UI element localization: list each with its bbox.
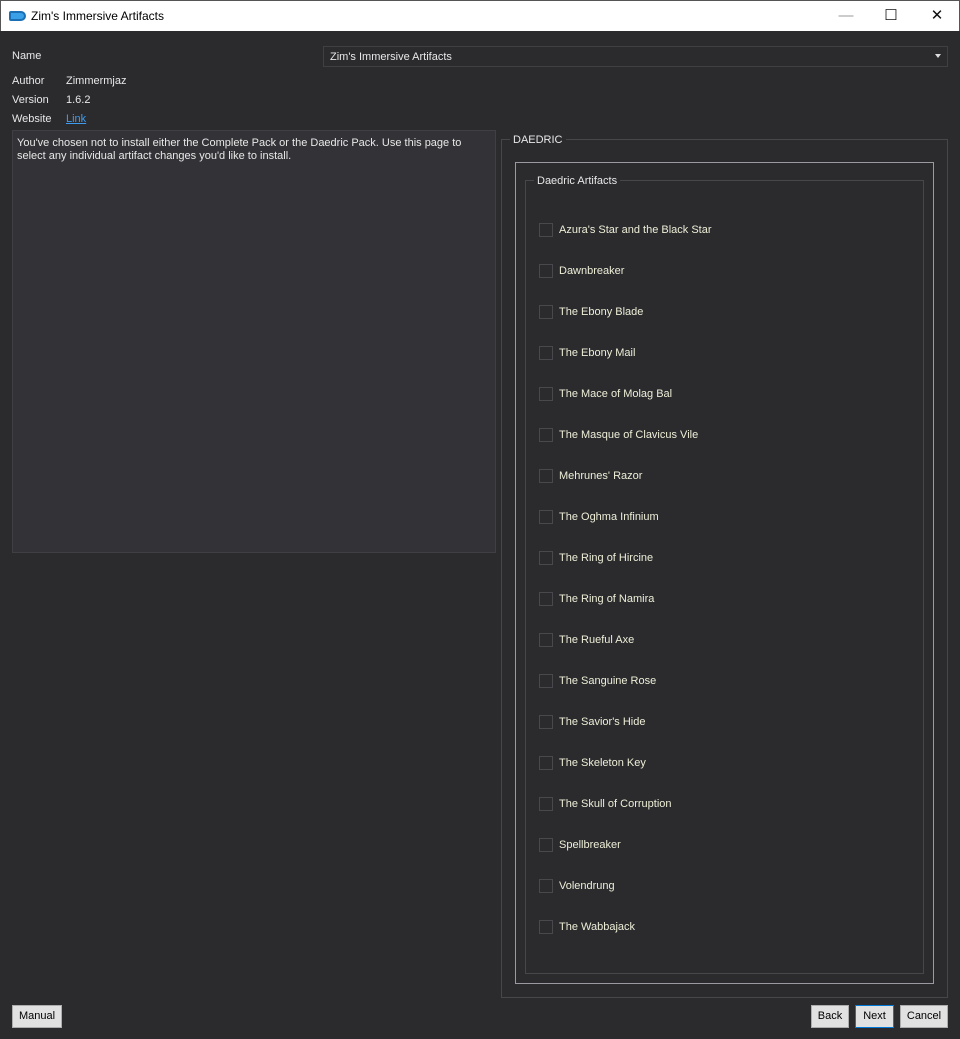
checkbox[interactable] xyxy=(539,264,553,278)
maximize-button[interactable]: ☐ xyxy=(868,1,914,32)
checkbox[interactable] xyxy=(539,756,553,770)
checkbox[interactable] xyxy=(539,838,553,852)
artifact-label: The Oghma Infinium xyxy=(559,511,659,523)
artifact-label: The Savior's Hide xyxy=(559,716,646,728)
checkbox[interactable] xyxy=(539,879,553,893)
name-label: Name xyxy=(12,50,42,62)
checkbox[interactable] xyxy=(539,715,553,729)
artifact-label: The Skeleton Key xyxy=(559,757,646,769)
chevron-down-icon xyxy=(935,54,941,58)
checkbox[interactable] xyxy=(539,551,553,565)
artifact-label: The Rueful Axe xyxy=(559,634,635,646)
checkbox[interactable] xyxy=(539,223,553,237)
daedric-group-title: DAEDRIC xyxy=(510,134,566,146)
artifact-label: Spellbreaker xyxy=(559,839,621,851)
artifact-label: The Ring of Namira xyxy=(559,593,655,605)
artifact-label: Dawnbreaker xyxy=(559,265,625,277)
name-value: Zim's Immersive Artifacts xyxy=(330,51,452,63)
artifact-label: The Mace of Molag Bal xyxy=(559,388,673,400)
version-label: Version xyxy=(12,94,49,106)
author-label: Author xyxy=(12,75,45,87)
window-title: Zim's Immersive Artifacts xyxy=(31,9,164,23)
checkbox[interactable] xyxy=(539,674,553,688)
app-icon xyxy=(9,11,26,21)
name-dropdown[interactable]: Zim's Immersive Artifacts xyxy=(323,46,948,67)
website-link[interactable]: Link xyxy=(66,113,86,125)
author-value: Zimmermjaz xyxy=(66,75,127,87)
checkbox[interactable] xyxy=(539,387,553,401)
close-button[interactable]: ✕ xyxy=(914,1,960,32)
checkbox[interactable] xyxy=(539,346,553,360)
next-button[interactable]: Next xyxy=(855,1005,894,1028)
daedric-artifacts-title: Daedric Artifacts xyxy=(534,175,621,187)
artifact-label: The Ebony Blade xyxy=(559,306,644,318)
checkbox[interactable] xyxy=(539,510,553,524)
version-value: 1.6.2 xyxy=(66,94,91,106)
checkbox[interactable] xyxy=(539,592,553,606)
artifact-label: Volendrung xyxy=(559,880,615,892)
artifact-label: The Ebony Mail xyxy=(559,347,636,359)
artifact-label: The Skull of Corruption xyxy=(559,798,672,810)
manual-button[interactable]: Manual xyxy=(12,1005,62,1028)
checkbox[interactable] xyxy=(539,920,553,934)
daedric-artifacts-group xyxy=(525,180,924,974)
artifact-label: The Masque of Clavicus Vile xyxy=(559,429,699,441)
checkbox[interactable] xyxy=(539,428,553,442)
cancel-button[interactable]: Cancel xyxy=(900,1005,948,1028)
artifact-label: The Sanguine Rose xyxy=(559,675,657,687)
artifact-label: The Ring of Hircine xyxy=(559,552,654,564)
checkbox[interactable] xyxy=(539,469,553,483)
checkbox[interactable] xyxy=(539,797,553,811)
artifact-label: The Wabbajack xyxy=(559,921,636,933)
minimize-button[interactable]: — xyxy=(823,1,869,32)
checkbox[interactable] xyxy=(539,633,553,647)
title-bar: Zim's Immersive Artifacts — ☐ ✕ xyxy=(0,0,960,31)
description-box: You've chosen not to install either the … xyxy=(12,130,496,553)
checkbox[interactable] xyxy=(539,305,553,319)
back-button[interactable]: Back xyxy=(811,1005,849,1028)
artifact-label: Azura's Star and the Black Star xyxy=(559,224,712,236)
artifact-label: Mehrunes' Razor xyxy=(559,470,643,482)
website-label: Website xyxy=(12,113,52,125)
